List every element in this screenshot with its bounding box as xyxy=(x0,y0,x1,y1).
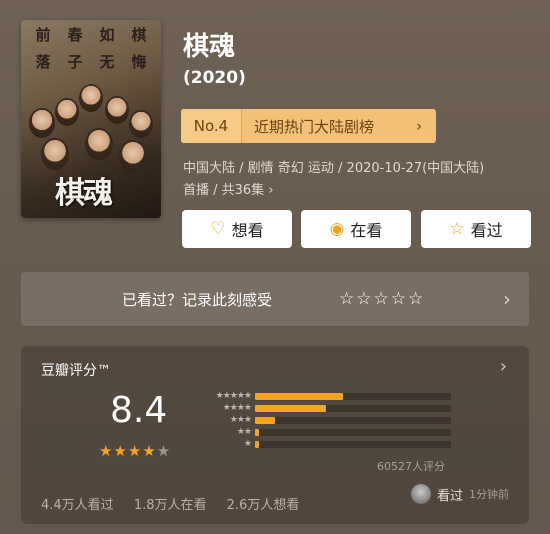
rating-bar-label: ★ xyxy=(243,439,252,449)
rating-bar-track xyxy=(255,440,451,448)
rating-bar-track xyxy=(255,416,451,424)
rating-distribution: ★★★★★ ★★★★ ★★★ ★★ ★ xyxy=(199,390,451,450)
rating-bar-fill xyxy=(255,428,259,436)
rate-prompt-bar[interactable]: 已看过？记录此刻感受 ☆☆☆☆☆ › xyxy=(21,272,529,326)
rating-bar-row: ★★ xyxy=(199,426,451,438)
rating-bar-row: ★★★★ xyxy=(199,402,451,414)
want-label: 想看 xyxy=(231,221,264,240)
poster-title: 棋魂 xyxy=(55,176,113,211)
rating-bar-label: ★★ xyxy=(236,427,252,437)
watched-button[interactable]: ☆ 看过 xyxy=(421,210,531,248)
chevron-right-icon: › xyxy=(503,287,511,311)
recent-activity[interactable]: 看过 1分钟前 xyxy=(410,484,509,504)
avatar xyxy=(410,484,431,504)
chevron-right-icon: › xyxy=(416,117,422,135)
rate-stars-input[interactable]: ☆☆☆☆☆ xyxy=(339,289,425,309)
poster-image[interactable]: 前 春 如 棋 落 子 无 悔 棋魂 xyxy=(21,20,161,218)
rating-bar-fill xyxy=(255,416,275,424)
rating-bar-label: ★★★★ xyxy=(222,403,252,413)
rating-stars: ★★★★★ xyxy=(99,442,171,460)
rating-bar-row: ★ xyxy=(199,438,451,450)
rating-stats: 4.4万人看过 1.8万人在看 2.6万人想看 xyxy=(41,494,313,513)
filled-stars: ★★★★ xyxy=(99,442,157,460)
watched-label: 看过 xyxy=(470,221,503,240)
empty-star: ★ xyxy=(156,442,172,460)
rating-score: 8.4 xyxy=(110,390,168,431)
ranking-label: 近期热门大陆剧榜 xyxy=(254,117,375,136)
rating-bar-track xyxy=(255,392,451,400)
meta-line-1: 中国大陆 / 剧情 奇幻 运动 / 2020-10-27(中国大陆) xyxy=(183,161,485,176)
rating-bar-row: ★★★ xyxy=(199,414,451,426)
recent-time: 1分钟前 xyxy=(469,488,509,501)
stat-watching[interactable]: 1.8万人在看 xyxy=(134,498,207,513)
rating-bar-fill xyxy=(255,404,326,412)
rating-bar-fill xyxy=(255,440,259,448)
stat-watched[interactable]: 4.4万人看过 xyxy=(41,498,114,513)
rating-count: 60527人评分 xyxy=(377,460,445,473)
heart-add-icon: ♡ xyxy=(210,219,226,239)
watching-label: 在看 xyxy=(350,221,383,240)
star-outline-icon: ☆ xyxy=(449,219,465,239)
rate-prompt-label: 已看过？记录此刻感受 xyxy=(122,290,273,309)
rating-bar-track xyxy=(255,404,451,412)
show-title: 棋魂 xyxy=(183,32,236,62)
rating-bar-row: ★★★★★ xyxy=(199,390,451,402)
target-icon: ◉ xyxy=(329,219,345,239)
stat-want[interactable]: 2.6万人想看 xyxy=(227,498,300,513)
rating-bar-label: ★★★★★ xyxy=(215,391,252,401)
meta-line-2[interactable]: 首播 / 共36集 › xyxy=(183,180,543,202)
show-meta: 中国大陆 / 剧情 奇幻 运动 / 2020-10-27(中国大陆) 首播 / … xyxy=(183,158,543,202)
rating-card[interactable]: 豆瓣评分™ › 8.4 ★★★★★ ★★★★★ ★★★★ ★★★ ★★ ★ 60527人… xyxy=(21,346,529,524)
rating-bar-track xyxy=(255,428,451,436)
rating-bar-fill xyxy=(255,392,344,400)
rating-title: 豆瓣评分™ xyxy=(41,363,111,379)
rating-bar-label: ★★★ xyxy=(229,415,252,425)
recent-action: 看过 xyxy=(436,488,463,504)
show-year: (2020) xyxy=(183,68,246,88)
ranking-number: No.4 xyxy=(181,109,242,143)
want-button[interactable]: ♡ 想看 xyxy=(182,210,292,248)
ranking-badge[interactable]: No.4 近期热门大陆剧榜 › xyxy=(181,109,436,143)
chevron-right-icon[interactable]: › xyxy=(500,356,507,377)
watching-button[interactable]: ◉ 在看 xyxy=(301,210,411,248)
